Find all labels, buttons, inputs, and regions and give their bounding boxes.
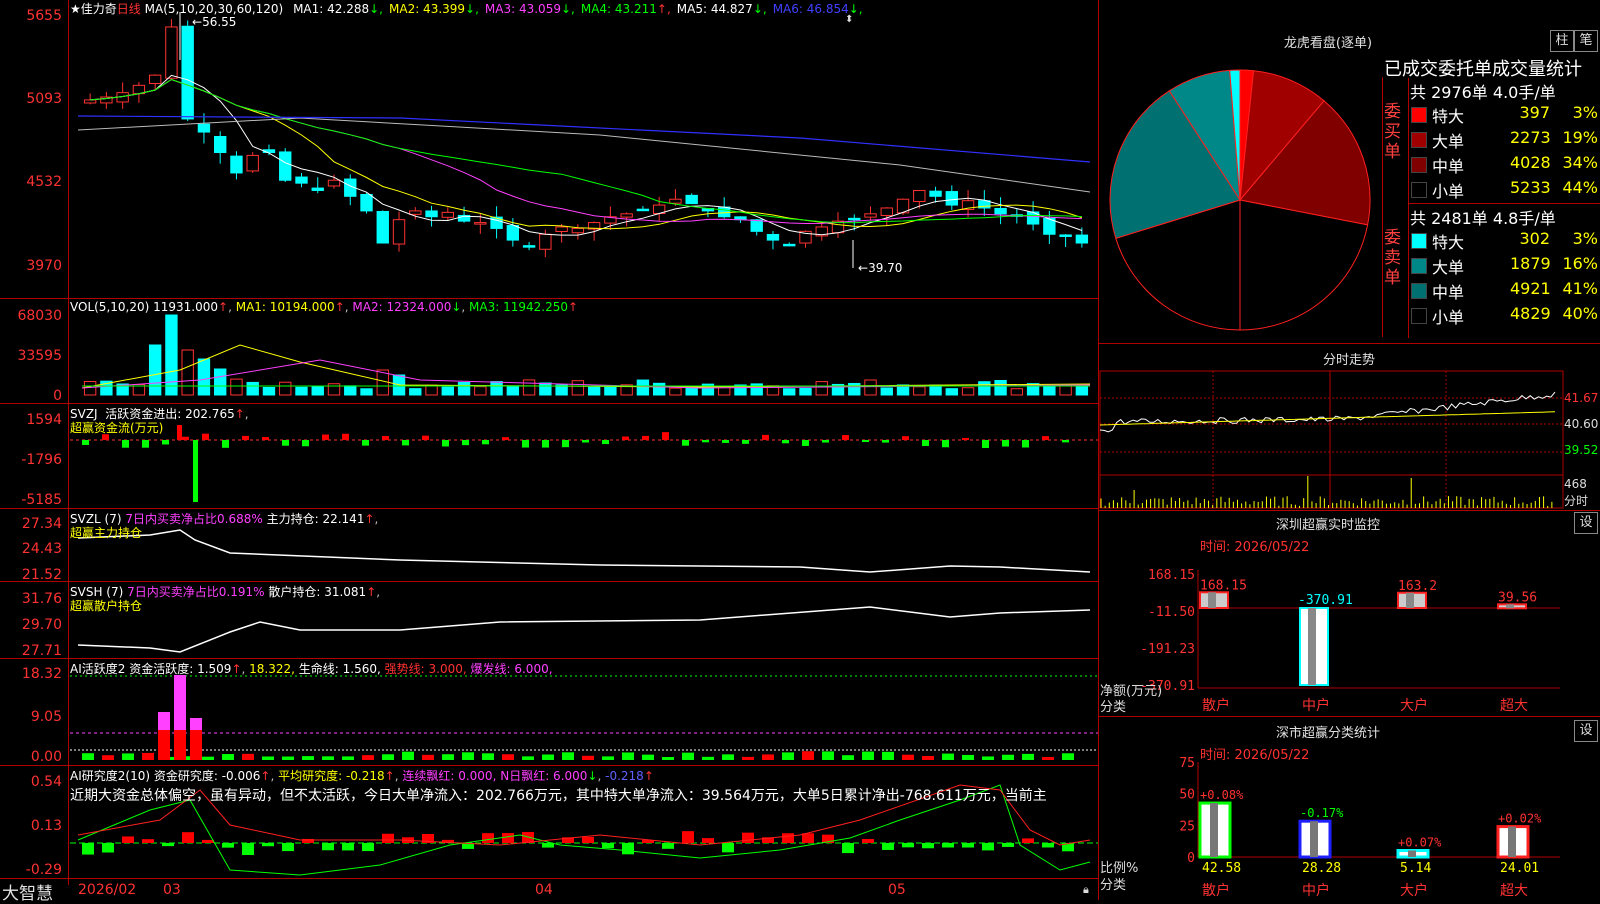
sz-class-bottom-label: 24.01 [1500,861,1539,876]
sz-class-category: 散户 [1202,882,1230,899]
sz-class-y-tick: 0 [1187,851,1195,866]
sz-class-top-label: -0.17% [1300,806,1344,820]
sz-class-y-tick: 75 [1179,756,1195,771]
sz-class-y-tick: 50 [1179,788,1195,803]
sz-class-bar-shade [1210,803,1218,857]
sz-class-bar-shade [1508,826,1516,857]
sz-class-category: 中户 [1302,882,1330,899]
sz-class-xlabel: 分类 [1100,878,1127,893]
sz-class-bottom-label: 28.28 [1302,861,1341,876]
sz-class-category: 大户 [1400,882,1428,899]
sz-class-top-label: +0.02% [1498,812,1542,826]
sz-class-top-label: +0.08% [1200,788,1244,802]
sz-class-bottom-label: 42.58 [1202,861,1241,876]
sz-class-bottom-label: 5.14 [1400,861,1431,876]
sz-class-top-label: +0.07% [1398,835,1442,849]
sz-class-bar-shade [1408,850,1416,857]
sz-class-chart: 75 50 25 0 +0.08% 42.58 散户 -0.17% 28.28 中户 +0.07% 5… [1179,756,1560,899]
sz-class-y-tick: 25 [1179,819,1195,834]
sz-class-bar-shade [1310,821,1318,857]
sz-class-category: 超大 [1500,883,1528,899]
